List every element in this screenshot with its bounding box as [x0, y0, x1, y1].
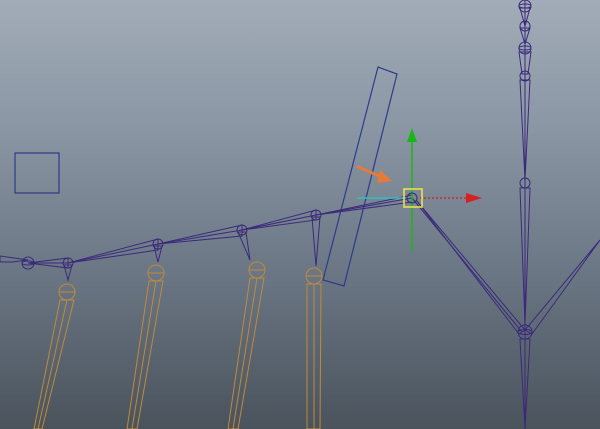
limb-bone-3[interactable] [227, 277, 265, 429]
hang-bone-3[interactable] [237, 231, 251, 261]
rig-viewport[interactable] [0, 0, 600, 429]
move-manipulator-icon[interactable] [357, 128, 482, 252]
selected-limbs[interactable] [33, 261, 323, 429]
limb-bone-1-mid [37, 299, 68, 429]
bone-3[interactable] [157, 224, 243, 245]
arrow-right-icon [356, 165, 392, 183]
bone-4[interactable] [241, 209, 317, 231]
square-control-curve[interactable] [14, 152, 60, 194]
leg-bone-right[interactable] [524, 239, 600, 335]
manipulator-x-arrowhead[interactable] [466, 193, 482, 203]
bone-line-2 [67, 243, 159, 264]
bone-line-4 [241, 214, 317, 231]
joint-chain[interactable] [0, 194, 600, 335]
limb-bone-1[interactable] [33, 299, 75, 429]
limb-bone-2[interactable] [126, 280, 164, 429]
limb-bone-3-mid [232, 277, 258, 429]
leg-bone-left-line [411, 197, 523, 333]
spine-chain[interactable] [517, 0, 533, 429]
leg-bone-left[interactable] [415, 199, 526, 335]
limb-bone-2-mid [131, 280, 157, 429]
scene-svg[interactable] [0, 0, 600, 429]
manipulator-y-arrowhead[interactable] [407, 128, 417, 142]
bone-line-5 [315, 197, 413, 216]
bone-2[interactable] [67, 238, 159, 264]
hang-bone-4[interactable] [311, 216, 321, 267]
